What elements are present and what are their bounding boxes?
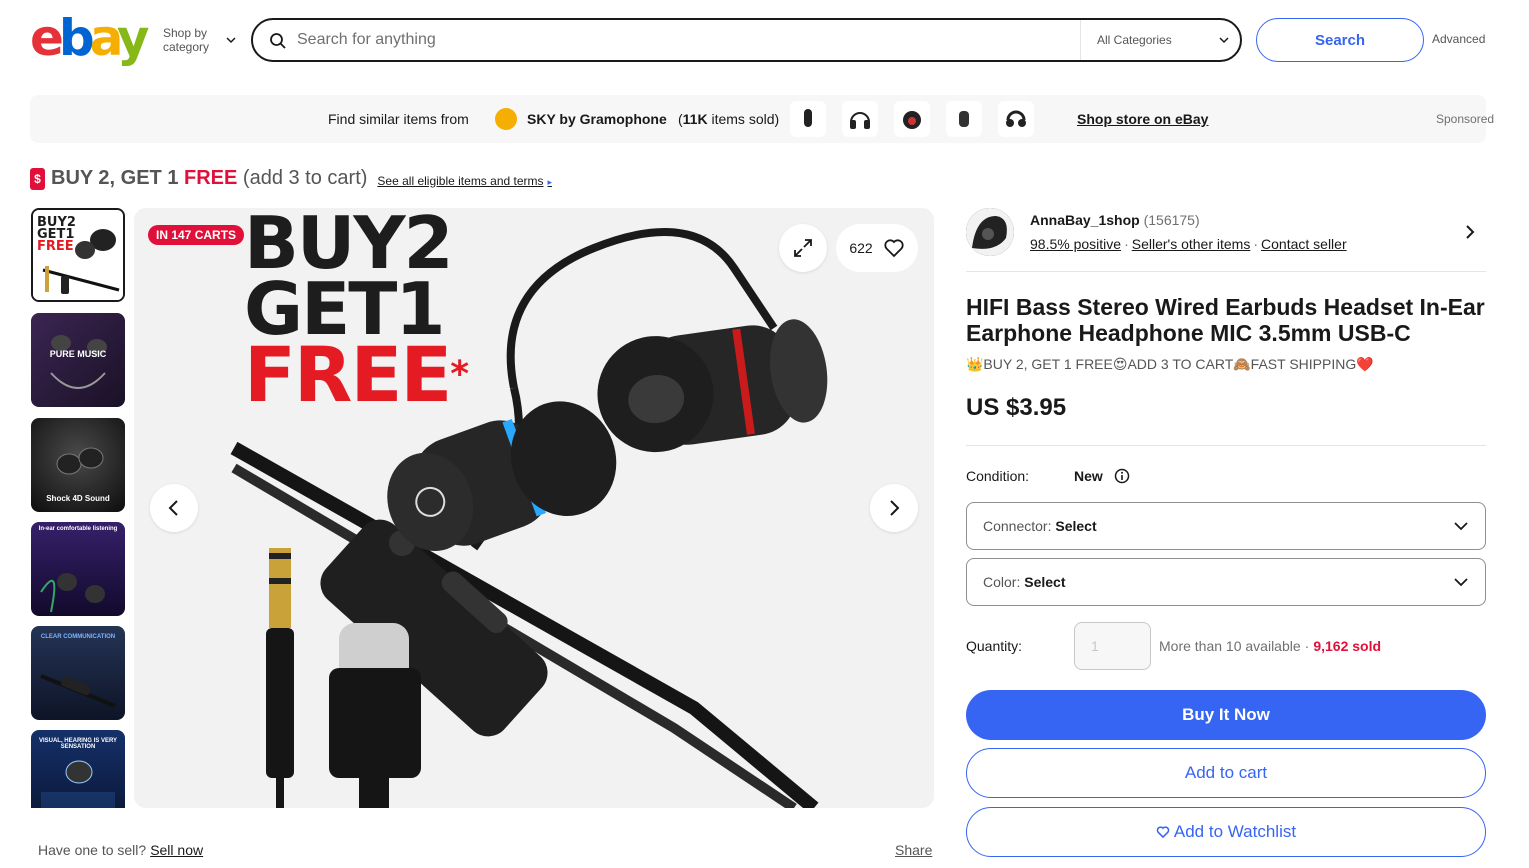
search-bar: All Categories [251,18,1242,62]
headphones-icon [1006,110,1026,127]
image-thumbnail[interactable]: PURE MUSIC [31,313,125,407]
watch-count-button[interactable]: 622 [836,224,918,272]
connector-select-text: Connector: Select [983,518,1097,534]
chevron-down-icon [1454,578,1468,587]
share-link[interactable]: Share [895,842,932,858]
chevron-right-icon [890,500,900,516]
search-input[interactable] [297,28,1077,52]
seller-links: 98.5% positive · Seller's other items · Cont… [1030,236,1347,252]
main-product-image[interactable]: IN 147 CARTS BUY2 GET1 FREE* 622 [134,208,934,808]
find-similar-label: Find similar items from [328,111,469,127]
advanced-search-link[interactable]: Advanced [1432,32,1485,46]
promotion-line: $ BUY 2, GET 1 FREE (add 3 to cart) See … [30,167,552,190]
quantity-label: Quantity: [966,638,1023,654]
thumbnail-caption: CLEAR COMMUNICATION [40,634,116,640]
chevron-down-icon [1454,522,1468,531]
shop-store-link[interactable]: Shop store on eBay [1077,111,1208,127]
product-thumbnail-image [40,573,105,613]
item-title: HIFI Bass Stereo Wired Earbuds Headset I… [966,294,1485,346]
info-icon[interactable] [1114,468,1130,484]
in-carts-badge: IN 147 CARTS [148,225,245,245]
condition-value: New [1074,468,1103,484]
image-thumbnail-strip: BUY2 GET1 FREE PURE MUSIC Shock 4D Sound… [30,208,126,808]
chevron-left-icon [168,500,178,516]
thumbnail-caption: PURE MUSIC [49,349,107,359]
seller-name[interactable]: AnnaBay_1shop (156175) [1030,212,1200,228]
shop-by-category-button[interactable]: Shop by category [163,26,237,54]
category-select-value: All Categories [1097,33,1172,47]
thumbnail-caption: VISUAL, HEARING IS VERY SENSATION [38,738,118,750]
seller-card[interactable]: AnnaBay_1shop (156175) 98.5% positive · Se… [966,208,1486,272]
chevron-down-icon [226,37,236,44]
search-button[interactable]: Search [1256,18,1424,62]
header: ebay Shop by category All Categories Sea… [0,0,1529,80]
store-product-thumbnail[interactable] [790,101,826,137]
image-thumbnail[interactable]: Shock 4D Sound [31,418,125,512]
sponsored-label: Sponsored [1436,112,1495,126]
add-to-cart-button[interactable]: Add to cart [966,748,1486,798]
next-image-button[interactable] [870,484,918,532]
svg-text:FREE: FREE [37,239,74,254]
positive-feedback-link[interactable]: 98.5% positive [1030,236,1121,252]
connector-select[interactable]: Connector: Select [966,502,1486,550]
earbud-icon [804,109,812,127]
heart-icon [1156,826,1170,839]
item-price: US $3.95 [966,394,1067,421]
shop-by-category-label: Shop by category [163,26,210,54]
expand-icon [794,239,812,257]
item-subtitle: 👑BUY 2, GET 1 FREE😍ADD 3 TO CART🙈FAST SH… [966,356,1374,372]
promotion-text: BUY 2, GET 1 FREE (add 3 to cart) [51,167,368,189]
ebay-logo[interactable]: ebay [30,10,149,66]
store-items-sold: (11K items sold) [678,111,780,127]
seller-other-items-link[interactable]: Seller's other items [1132,236,1251,252]
seller-avatar-image [966,208,1014,256]
color-select[interactable]: Color: Select [966,558,1486,606]
product-thumbnail-image [50,335,107,389]
watch-count: 622 [849,240,873,256]
fullscreen-button[interactable] [779,224,827,272]
overlay-line: FREE* [244,330,469,419]
store-product-thumbnail[interactable] [946,101,982,137]
heart-icon [884,239,904,258]
image-thumbnail[interactable]: In-ear comfortable listening [31,522,125,616]
store-product-thumbnail[interactable] [842,101,878,137]
store-product-thumbnail[interactable] [894,101,930,137]
thumbnail-caption: Shock 4D Sound [46,494,110,503]
availability: More than 10 available · 9,162 sold [1159,638,1382,654]
sale-tag-icon: $ [30,167,45,190]
image-thumbnail[interactable]: VISUAL, HEARING IS VERY SENSATION [31,730,125,808]
arrow-right-icon: ▸ [547,176,553,187]
sell-now-link[interactable]: Sell now [150,842,203,858]
store-badge-icon [495,108,517,130]
store-product-thumbnail[interactable] [998,101,1034,137]
quantity-input[interactable] [1074,622,1151,670]
divider [966,445,1486,446]
seller-avatar [966,208,1014,256]
headphones-icon [903,111,921,129]
earbud-icon [959,111,969,127]
add-to-watchlist-label: Add to Watchlist [1173,822,1297,841]
have-one-to-sell: Have one to sell? Sell now [38,842,204,858]
chevron-right-icon[interactable] [1460,222,1480,242]
thumbnail-caption: In-ear comfortable listening [38,526,118,532]
see-eligible-items-link[interactable]: See all eligible items and terms ▸ [377,174,552,188]
sold-count: 9,162 sold [1313,638,1382,654]
search-icon [270,33,286,49]
sponsored-store-banner: Find similar items from SKY by Gramophon… [30,95,1494,143]
color-select-text: Color: Select [983,574,1066,590]
previous-image-button[interactable] [150,484,198,532]
condition-label: Condition: [966,468,1030,484]
category-select[interactable]: All Categories [1080,20,1242,60]
buy-it-now-button[interactable]: Buy It Now [966,690,1486,740]
contact-seller-link[interactable]: Contact seller [1261,236,1347,252]
image-thumbnail[interactable]: BUY2 GET1 FREE [31,208,125,302]
product-thumbnail-image: BUY2 GET1 FREE [37,215,120,294]
store-name[interactable]: SKY by Gramophone [527,111,667,127]
chevron-down-icon [1219,37,1229,44]
promo-overlay-text: BUY2 GET1 FREE* [244,208,469,419]
add-to-watchlist-button[interactable]: Add to Watchlist [966,807,1486,857]
image-thumbnail[interactable]: CLEAR COMMUNICATION [31,626,125,720]
product-thumbnail-image [40,674,116,708]
headphones-icon [850,112,870,129]
